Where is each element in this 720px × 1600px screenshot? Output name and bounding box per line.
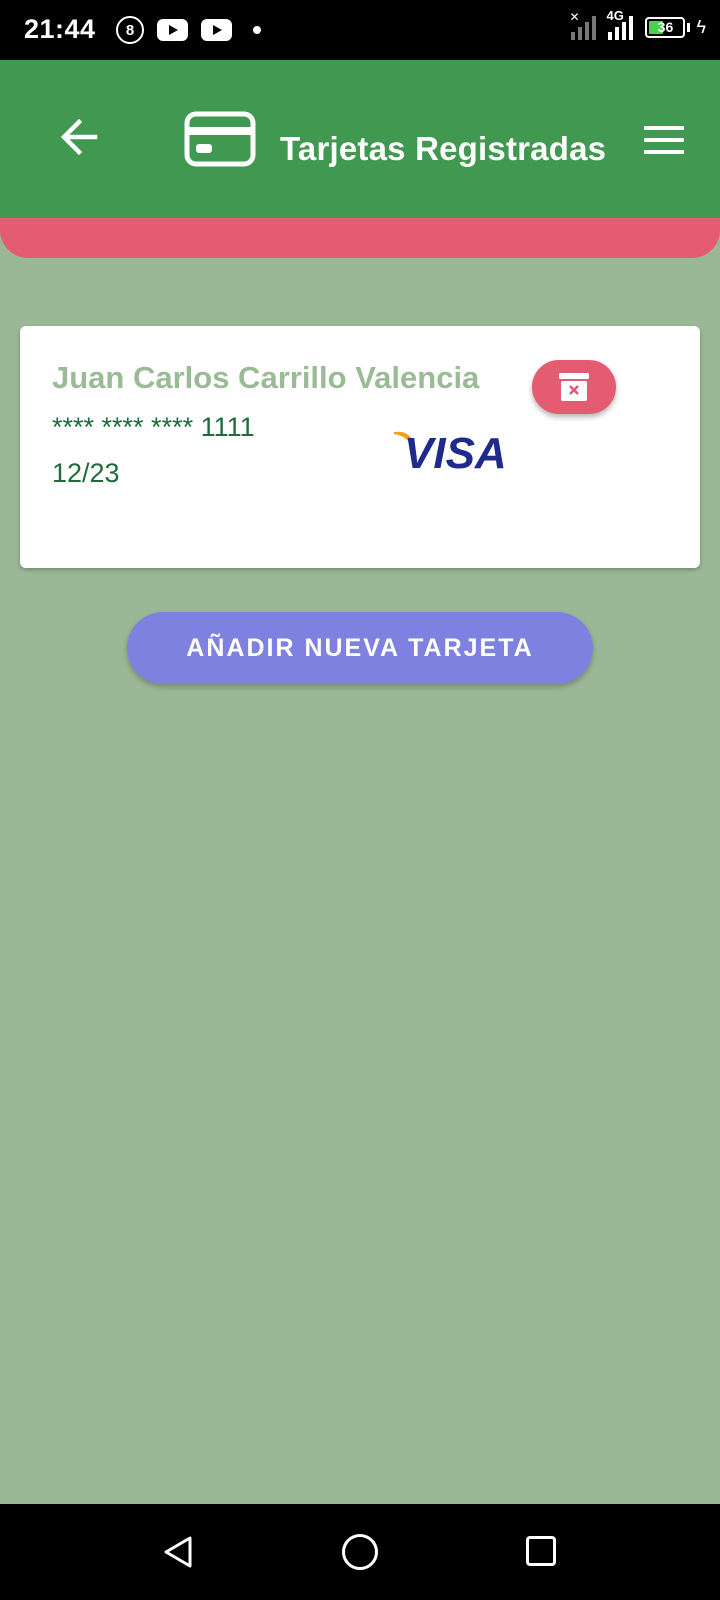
dot-icon — [253, 26, 261, 34]
delete-archive-icon — [559, 373, 589, 401]
add-card-button[interactable]: AÑADIR NUEVA TARJETA — [127, 612, 593, 684]
battery-icon: 36 — [645, 16, 686, 38]
nav-back-icon[interactable] — [160, 1534, 196, 1570]
visa-brand-text: VISA — [404, 429, 507, 474]
charging-bolt-icon: ϟ — [696, 16, 706, 37]
signal-no-service-icon: ✕ — [569, 10, 597, 40]
app-bar: Tarjetas Registradas — [0, 60, 720, 218]
nav-recents-icon[interactable] — [526, 1536, 556, 1566]
accent-strip — [0, 218, 720, 258]
battery-level: 36 — [657, 19, 674, 35]
menu-button[interactable] — [644, 126, 684, 156]
back-button[interactable] — [55, 112, 105, 162]
circle-8-icon: 8 — [116, 16, 144, 44]
delete-card-button[interactable] — [532, 360, 616, 414]
visa-logo: VISA — [394, 429, 507, 474]
page-title: Tarjetas Registradas — [280, 130, 607, 167]
nav-home-icon[interactable] — [342, 1534, 378, 1570]
youtube-icon — [201, 19, 232, 41]
navigation-bar — [0, 1504, 720, 1600]
system-icons: ✕ 4G 36 ϟ — [569, 8, 706, 40]
notification-icons: 8 — [116, 16, 261, 44]
arrow-left-icon — [60, 118, 98, 156]
youtube-icon — [157, 19, 188, 41]
status-time: 21:44 — [24, 14, 96, 44]
card-masked-number: **** **** **** 1111 — [52, 412, 255, 442]
hamburger-menu-icon — [644, 126, 684, 130]
status-bar: 21:44 8 ✕ 4G 36 ϟ — [0, 0, 720, 60]
battery-cap — [687, 22, 691, 32]
card-expiry: 12/23 — [52, 458, 120, 488]
card-holder-name: Juan Carlos Carrillo Valencia — [52, 360, 480, 395]
credit-card-item[interactable]: Juan Carlos Carrillo Valencia **** **** … — [20, 326, 700, 568]
credit-card-icon — [184, 111, 256, 167]
signal-4g-icon: 4G — [606, 8, 634, 40]
